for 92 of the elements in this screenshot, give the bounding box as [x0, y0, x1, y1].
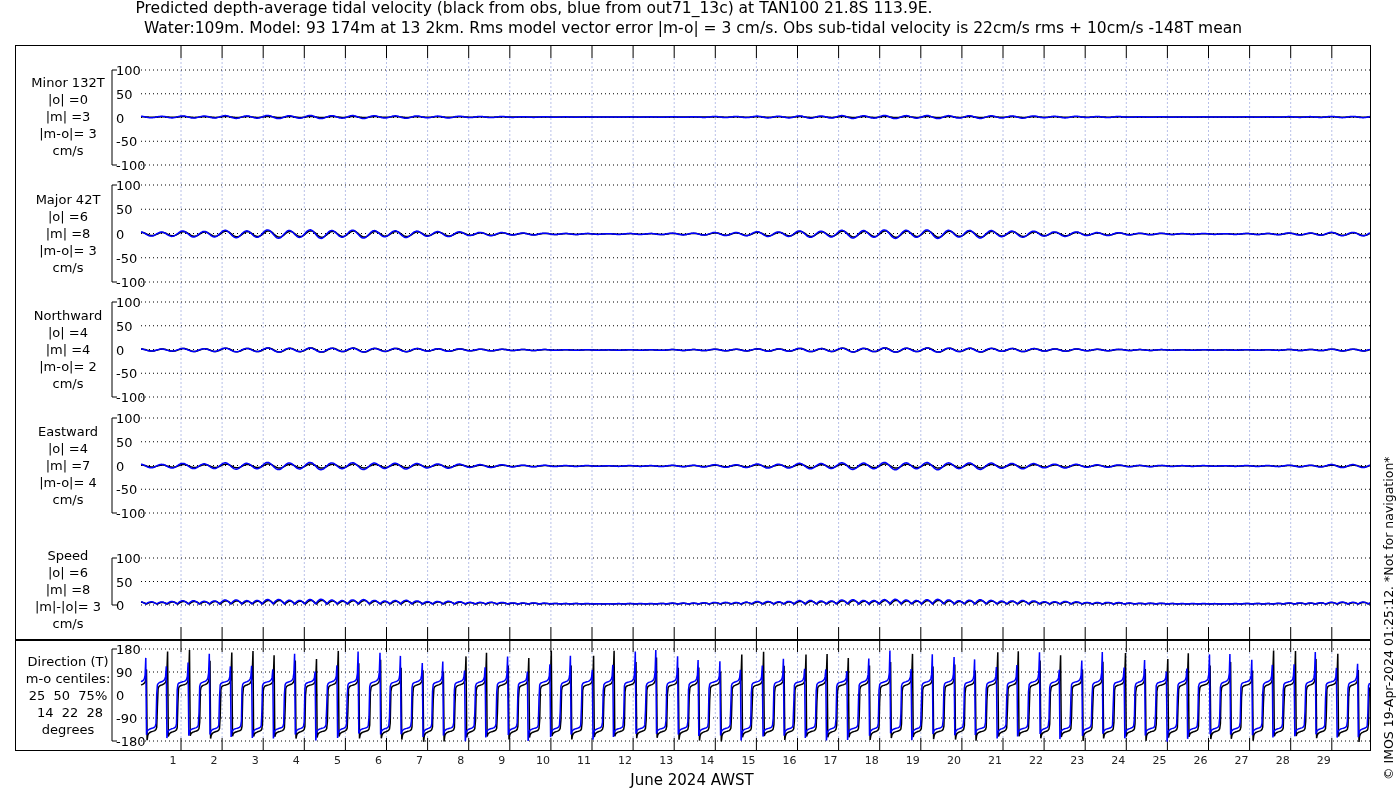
y-tick-label: -50: [116, 250, 138, 266]
panel-label: cm/s: [52, 143, 84, 158]
panel-label: degrees: [41, 722, 95, 737]
panel-label: |o| =0: [48, 92, 88, 107]
y-tick-label: 100: [116, 295, 141, 310]
panel-label: cm/s: [52, 492, 84, 507]
panel-label: |m| =4: [45, 342, 91, 357]
panel-label: Major 42T: [35, 192, 101, 207]
x-tick-label: 26: [1193, 754, 1208, 767]
x-tick-label: 18: [864, 754, 879, 767]
y-tick-label: 0: [116, 688, 125, 703]
panel-label: |o| =4: [48, 325, 88, 340]
panel-label: m-o centiles:: [25, 671, 111, 686]
y-tick-label: 50: [116, 434, 133, 450]
panel-label: |m| =3: [45, 109, 91, 124]
plot-title: Predicted depth-average tidal velocity (black from obs, blue from out71_13c) at TAN100 21.8S 113.9E.: [135, 0, 933, 17]
x-tick-label: 2: [210, 754, 218, 767]
x-tick-label: 20: [946, 754, 961, 767]
panel-label: cm/s: [52, 260, 84, 275]
x-tick-label: 22: [1029, 754, 1044, 767]
x-tick-label: 23: [1070, 754, 1085, 767]
panel-label: |m-o|= 3: [39, 126, 97, 141]
y-tick-label: 180: [116, 642, 141, 657]
x-tick-label: 4: [292, 754, 300, 767]
panel-label: |o| =6: [48, 209, 88, 224]
x-tick-label: 25: [1152, 754, 1167, 767]
panel-label: Direction (T): [27, 654, 109, 669]
y-tick-label: -50: [116, 482, 138, 498]
x-tick-label: 5: [333, 754, 341, 767]
panel-label: |o| =6: [48, 565, 88, 580]
y-tick-label: 90: [116, 665, 133, 680]
panel-label: Speed: [47, 548, 89, 563]
x-tick-label: 10: [535, 754, 550, 767]
x-tick-label: 19: [905, 754, 920, 767]
y-tick-label: 50: [116, 574, 133, 590]
panel-label: cm/s: [52, 376, 84, 391]
y-tick-label: -180: [116, 734, 146, 749]
y-tick-label: -100: [116, 506, 146, 521]
y-tick-label: 50: [116, 318, 133, 334]
x-tick-label: 12: [618, 754, 633, 767]
panel-label: cm/s: [52, 616, 84, 631]
x-tick-label: 7: [416, 754, 424, 767]
y-tick-label: -50: [116, 134, 138, 150]
x-tick-label: 1: [169, 754, 177, 767]
y-tick-label: -100: [116, 390, 146, 405]
y-tick-label: 100: [116, 178, 141, 193]
y-tick-label: 100: [116, 63, 141, 78]
x-tick-label: 24: [1111, 754, 1126, 767]
x-tick-label: 28: [1275, 754, 1290, 767]
panel-label: Eastward: [38, 424, 98, 439]
y-tick-label: -100: [116, 158, 146, 173]
plot-title: Water:109m. Model: 93 174m at 13 2km. Rms model vector error |m-o| = 3 cm/s. Obs sub-tidal velocity is 22cm/s rms + 10cm/s -148T mean: [144, 19, 1242, 37]
x-tick-label: 17: [823, 754, 838, 767]
x-tick-label: 27: [1234, 754, 1249, 767]
y-tick-label: 0: [116, 110, 125, 126]
panel-label: |m| =8: [45, 582, 91, 597]
panel-label: |m-o|= 2: [39, 359, 97, 374]
x-tick-label: 15: [741, 754, 756, 767]
y-axis-bracket: [111, 557, 118, 606]
x-tick-label: 29: [1316, 754, 1331, 767]
y-tick-label: 0: [116, 226, 125, 242]
y-tick-label: -50: [116, 366, 138, 382]
panel-label: 25 50 75%: [28, 688, 108, 703]
x-tick-label: 21: [988, 754, 1002, 767]
panel-label: |m|-|o|= 3: [34, 599, 102, 614]
x-tick-label: 13: [659, 754, 674, 767]
x-axis-title: June 2024 AWST: [630, 771, 754, 789]
panel-label: |m-o|= 4: [39, 475, 97, 490]
x-tick-label: 9: [498, 754, 506, 767]
y-tick-label: 100: [116, 411, 141, 426]
panel-label: |m-o|= 3: [39, 243, 97, 258]
y-tick-label: -100: [116, 275, 146, 290]
x-tick-label: 6: [375, 754, 382, 767]
panel-label: |m| =8: [45, 226, 91, 241]
y-tick-label: 50: [116, 86, 133, 102]
y-tick-label: 0: [116, 458, 125, 474]
panel-label: Minor 132T: [31, 75, 105, 90]
x-tick-label: 14: [700, 754, 715, 767]
y-tick-label: 50: [116, 202, 133, 218]
panel-label: |m| =7: [45, 458, 91, 473]
copyright-note: © IMOS 19-Apr-2024 01:25:12. *Not for navigation*: [1381, 456, 1396, 780]
y-tick-label: 100: [116, 551, 141, 566]
panel-label: |o| =4: [48, 441, 88, 456]
x-tick-label: 11: [577, 754, 591, 767]
x-tick-label: 3: [251, 754, 259, 767]
panel-label: Northward: [33, 308, 103, 323]
y-tick-label: 0: [116, 598, 125, 613]
x-tick-label: 8: [457, 754, 465, 767]
x-tick-label: 16: [782, 754, 797, 767]
panel-label: 14 22 28: [37, 705, 104, 720]
y-tick-label: -90: [116, 711, 138, 726]
y-tick-label: 0: [116, 342, 125, 358]
